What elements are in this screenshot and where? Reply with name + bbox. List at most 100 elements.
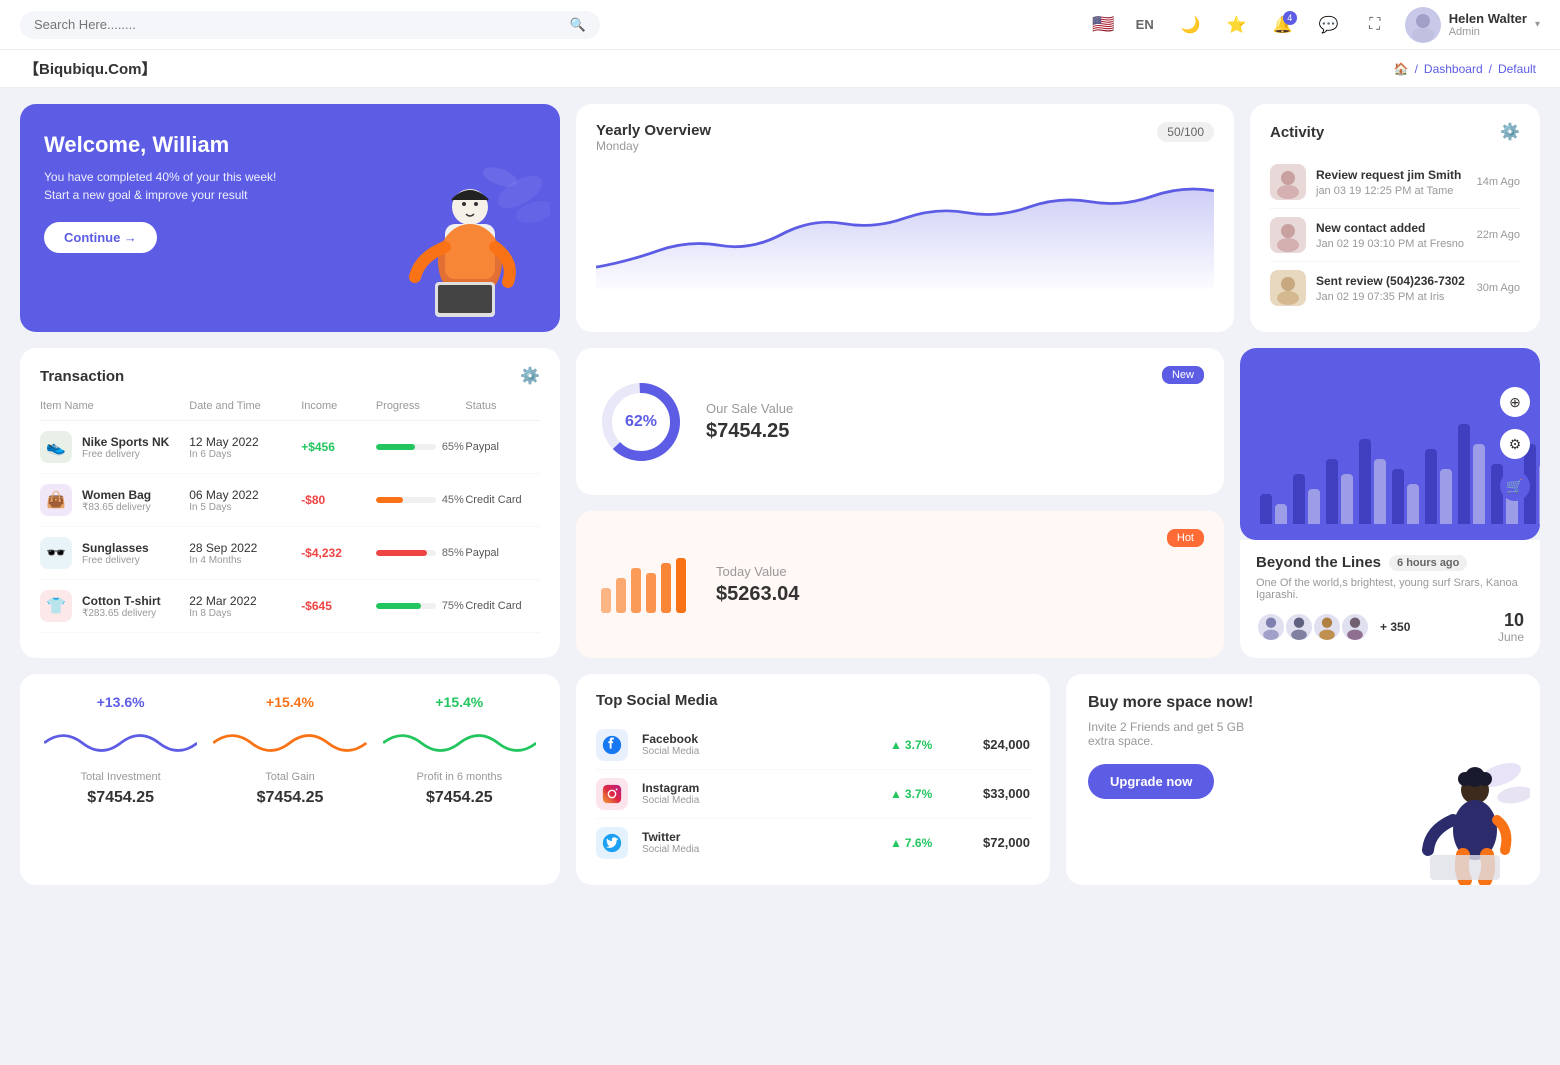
row2-grid: Transaction ⚙️ Item Name Date and Time I… — [0, 348, 1560, 674]
wave-chart-0 — [44, 718, 197, 768]
activity-text-0: Review request jim Smith jan 03 19 12:25… — [1316, 168, 1467, 197]
activity-thumb-2 — [1270, 270, 1306, 306]
expand-button[interactable]: ⛶ — [1359, 9, 1391, 41]
dark-mode-button[interactable]: 🌙 — [1175, 9, 1207, 41]
new-badge: New — [1162, 366, 1204, 384]
user-profile[interactable]: Helen Walter Admin ▾ — [1405, 7, 1540, 43]
twitter-icon — [596, 827, 628, 859]
upgrade-illustration — [1400, 755, 1530, 885]
yearly-badge: 50/100 — [1157, 122, 1214, 142]
activity-text-1: New contact added Jan 02 19 03:10 PM at … — [1316, 221, 1467, 250]
item-info-1: 👜 Women Bag₹83.65 delivery — [40, 484, 189, 516]
transaction-gear-icon[interactable]: ⚙️ — [520, 366, 540, 386]
sale-hot-value: $5263.04 — [716, 583, 1147, 606]
tw-val: $72,000 — [960, 835, 1030, 850]
sale-new-value: $7454.25 — [706, 420, 1142, 443]
beyond-lines-desc: One Of the world,s brightest, young surf… — [1256, 577, 1524, 601]
activity-item: Review request jim Smith jan 03 19 12:25… — [1270, 156, 1520, 209]
mini-avatar-2 — [1312, 612, 1342, 642]
activity-item: New contact added Jan 02 19 03:10 PM at … — [1270, 209, 1520, 262]
mini-stat-0: +13.6% Total Investment $7454.25 — [44, 694, 197, 865]
activity-time-1: 22m Ago — [1477, 229, 1520, 241]
chevron-down-icon: ▾ — [1535, 19, 1540, 30]
bar-chart-section: ⊕ ⚙ 🛒 Beyond the Lines 6 hours ago One O… — [1240, 348, 1540, 658]
social-media-title: Top Social Media — [596, 692, 717, 709]
home-icon[interactable]: 🏠 — [1394, 62, 1409, 76]
chat-button[interactable]: 💬 — [1313, 9, 1345, 41]
plus-count: + 350 — [1380, 620, 1410, 634]
upgrade-button[interactable]: Upgrade now — [1088, 764, 1214, 799]
yearly-chart — [596, 169, 1214, 289]
fb-pct: ▲ 3.7% — [890, 738, 950, 752]
avatar — [1405, 7, 1441, 43]
breadcrumb-sep2: / — [1489, 62, 1492, 76]
welcome-illustration — [390, 162, 550, 332]
chart-tool-2[interactable]: ⚙ — [1500, 429, 1530, 459]
yearly-overview-card: Yearly Overview Monday 50/100 — [576, 104, 1234, 332]
table-row: 👟 Nike Sports NKFree delivery 12 May 202… — [40, 421, 540, 474]
sale-new-card: 62% Our Sale Value $7454.25 New — [576, 348, 1224, 495]
beyond-lines-title: Beyond the Lines — [1256, 554, 1381, 571]
search-input[interactable] — [34, 17, 562, 32]
ig-pct: ▲ 3.7% — [890, 787, 950, 801]
item-icon-3: 👕 — [40, 590, 72, 622]
activity-time-0: 14m Ago — [1477, 176, 1520, 188]
event-date: 10 June — [1498, 611, 1524, 644]
lang-label[interactable]: EN — [1129, 9, 1161, 41]
bell-badge: 4 — [1283, 11, 1297, 25]
wave-chart-1 — [213, 718, 366, 768]
col-date: Date and Time — [189, 400, 301, 412]
yearly-overview-title: Yearly Overview — [596, 122, 711, 139]
upgrade-desc: Invite 2 Friends and get 5 GB extra spac… — [1088, 720, 1248, 748]
mini-avatar-3 — [1340, 612, 1370, 642]
activity-time-2: 30m Ago — [1477, 282, 1520, 294]
item-info-2: 🕶️ SunglassesFree delivery — [40, 537, 189, 569]
upgrade-card: Buy more space now! Invite 2 Friends and… — [1066, 674, 1540, 885]
flag-icon: 🇺🇸 — [1092, 14, 1114, 35]
star-button[interactable]: ⭐ — [1221, 9, 1253, 41]
bell-button[interactable]: 🔔 4 — [1267, 9, 1299, 41]
continue-button[interactable]: Continue → — [44, 222, 157, 253]
top-nav: 🔍 🇺🇸 EN 🌙 ⭐ 🔔 4 💬 ⛶ Helen Walter Admin ▾ — [0, 0, 1560, 50]
chart-tool-3[interactable]: 🛒 — [1500, 471, 1530, 501]
bar-chart-inner — [1256, 364, 1524, 524]
bar-chart-card: ⊕ ⚙ 🛒 — [1240, 348, 1540, 540]
sale-new-label: Our Sale Value — [706, 401, 1142, 416]
activity-title: Activity — [1270, 124, 1324, 141]
activity-thumb-0 — [1270, 164, 1306, 200]
mini-stats-card: +13.6% Total Investment $7454.25 +15.4% … — [20, 674, 560, 885]
col-income: Income — [301, 400, 376, 412]
hot-bar-chart — [596, 548, 696, 621]
social-media-card: Top Social Media FacebookSocial Media ▲ … — [576, 674, 1050, 885]
transaction-title: Transaction — [40, 368, 124, 385]
upgrade-title: Buy more space now! — [1088, 694, 1518, 712]
activity-gear-icon[interactable]: ⚙️ — [1500, 122, 1520, 142]
breadcrumb-bar: 【Biqubiqu.Com】 🏠 / Dashboard / Default — [0, 50, 1560, 88]
social-item-1: InstagramSocial Media ▲ 3.7% $33,000 — [596, 770, 1030, 819]
social-item-2: TwitterSocial Media ▲ 7.6% $72,000 — [596, 819, 1030, 867]
breadcrumb-sep: / — [1415, 62, 1418, 76]
activity-item: Sent review (504)236-7302 Jan 02 19 07:3… — [1270, 262, 1520, 314]
sale-new-info: Our Sale Value $7454.25 — [706, 401, 1142, 443]
sale-hot-label: Today Value — [716, 564, 1147, 579]
table-row: 👜 Women Bag₹83.65 delivery 06 May 2022In… — [40, 474, 540, 527]
activity-thumb-1 — [1270, 217, 1306, 253]
brand-logo: 【Biqubiqu.Com】 — [24, 58, 156, 79]
breadcrumb-dashboard[interactable]: Dashboard — [1424, 62, 1483, 76]
mini-avatar-0 — [1256, 612, 1286, 642]
sales-stack: 62% Our Sale Value $7454.25 New — [576, 348, 1224, 658]
beyond-lines-card: Beyond the Lines 6 hours ago One Of the … — [1240, 540, 1540, 658]
donut-chart-new: 62% — [596, 377, 686, 467]
beyond-time-badge: 6 hours ago — [1389, 555, 1467, 571]
table-row: 👕 Cotton T-shirt₹283.65 delivery 22 Mar … — [40, 580, 540, 633]
chart-tool-1[interactable]: ⊕ — [1500, 387, 1530, 417]
welcome-subtitle: You have completed 40% of your this week… — [44, 168, 284, 204]
item-icon-2: 🕶️ — [40, 537, 72, 569]
search-bar[interactable]: 🔍 — [20, 11, 600, 39]
facebook-icon — [596, 729, 628, 761]
welcome-title: Welcome, William — [44, 132, 536, 158]
item-info-0: 👟 Nike Sports NKFree delivery — [40, 431, 189, 463]
item-icon-0: 👟 — [40, 431, 72, 463]
user-name: Helen Walter — [1449, 11, 1527, 26]
activity-text-2: Sent review (504)236-7302 Jan 02 19 07:3… — [1316, 274, 1467, 303]
